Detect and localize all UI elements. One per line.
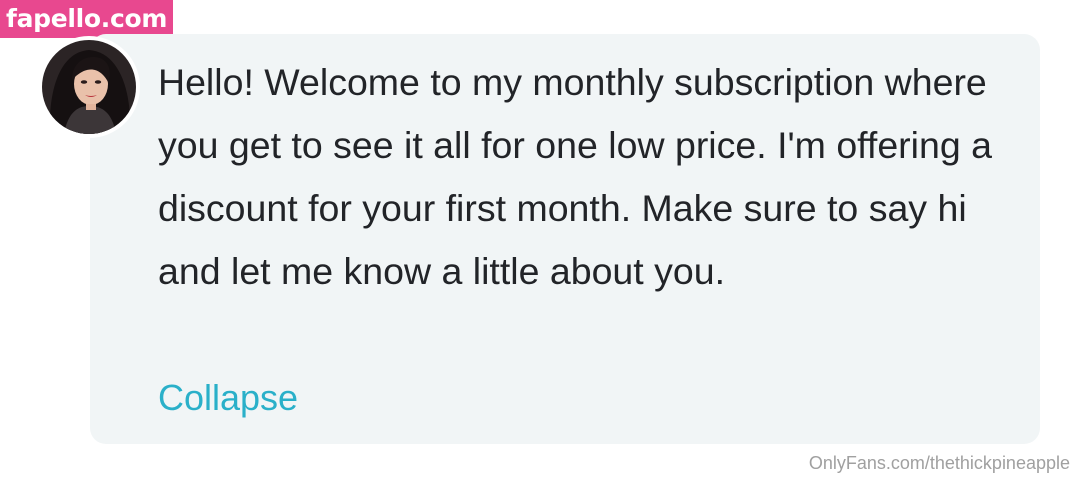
avatar[interactable] xyxy=(38,36,140,138)
collapse-link[interactable]: Collapse xyxy=(158,376,298,420)
post-message: Hello! Welcome to my monthly subscriptio… xyxy=(158,61,992,292)
watermark-logo: fapello.com xyxy=(0,0,174,38)
profile-photo-icon xyxy=(42,40,136,134)
source-url-watermark: OnlyFans.com/thethickpineapple xyxy=(808,453,1070,473)
